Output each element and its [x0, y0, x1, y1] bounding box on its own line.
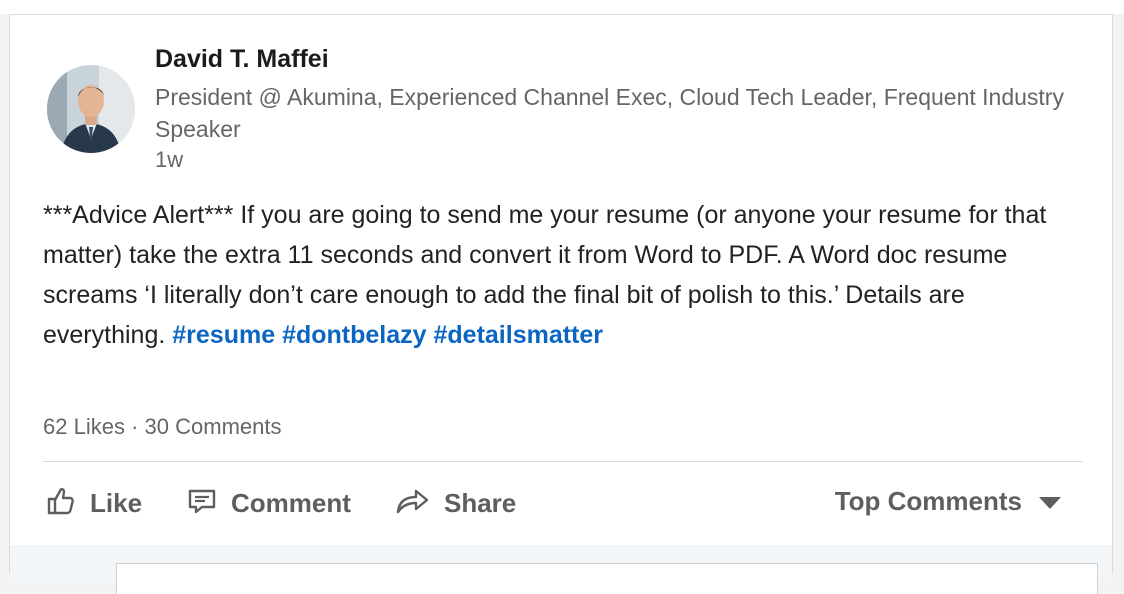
count-separator: ·	[131, 414, 139, 439]
author-avatar[interactable]	[47, 65, 135, 153]
avatar-photo	[47, 65, 135, 153]
comment-label: Comment	[231, 487, 351, 518]
likes-count[interactable]: 62 Likes	[43, 414, 125, 439]
post-card: David T. Maffei President @ Akumina, Exp…	[9, 14, 1113, 594]
comment-input-box[interactable]	[116, 563, 1098, 594]
author-name[interactable]: David T. Maffei	[155, 45, 329, 74]
social-counts: 62 Likes · 30 Comments	[43, 414, 281, 440]
comment-icon	[187, 485, 217, 522]
sort-label: Top Comments	[834, 485, 1022, 516]
comment-button[interactable]: Comment	[187, 483, 351, 523]
hashtag-dontbelazy[interactable]: #dontbelazy	[282, 321, 426, 349]
post-body: ***Advice Alert*** If you are going to s…	[43, 195, 1073, 355]
author-headline: President @ Akumina, Experienced Channel…	[155, 84, 1064, 142]
actions-divider	[43, 461, 1083, 462]
comment-sort-dropdown[interactable]: Top Comments	[835, 481, 1062, 521]
like-button[interactable]: Like	[44, 483, 142, 523]
share-button[interactable]: Share	[394, 483, 516, 523]
share-arrow-icon	[394, 484, 430, 523]
comments-count[interactable]: 30 Comments	[145, 414, 282, 439]
hashtag-detailsmatter[interactable]: #detailsmatter	[434, 321, 604, 349]
thumbs-up-icon	[44, 484, 76, 523]
post-timestamp: 1w	[155, 147, 184, 172]
share-label: Share	[444, 487, 517, 518]
feed-background-top	[0, 0, 1124, 14]
hashtag-resume[interactable]: #resume	[172, 321, 275, 349]
caret-down-icon	[1038, 486, 1062, 517]
like-label: Like	[90, 487, 143, 518]
